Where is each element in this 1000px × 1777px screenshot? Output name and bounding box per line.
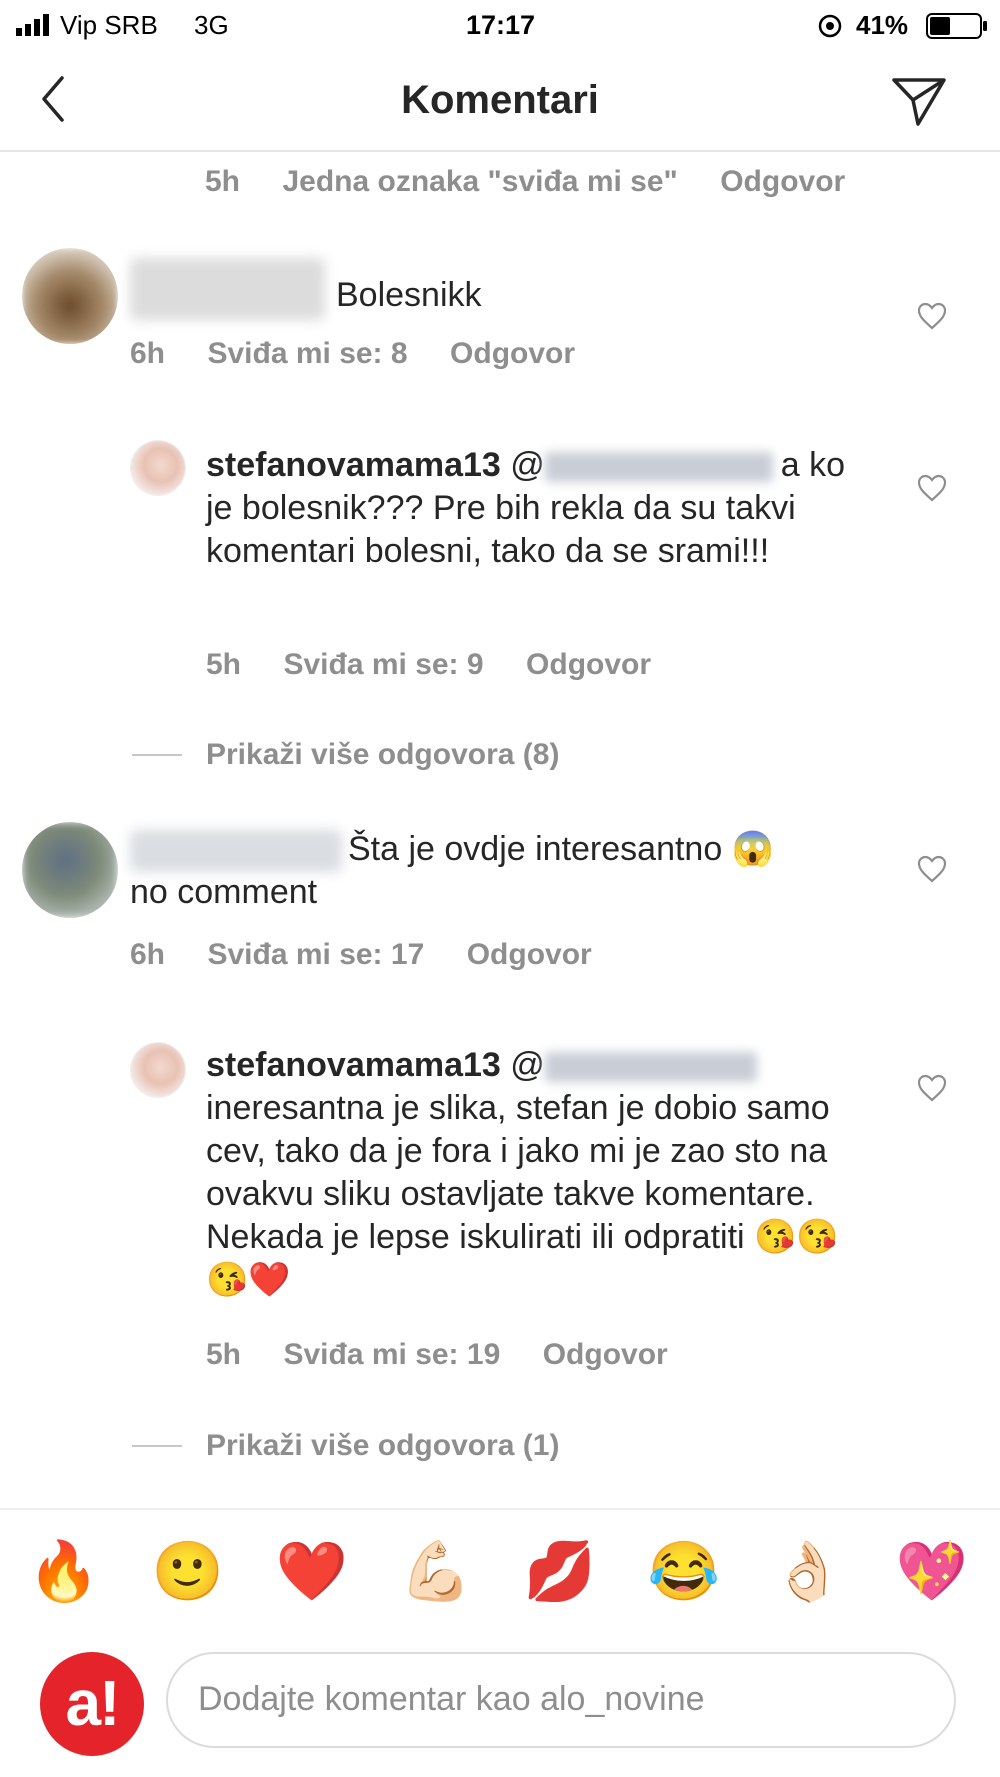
comment-meta-row: 5h Jedna oznaka "sviđa mi se" Odgovor: [205, 165, 845, 199]
blurred-mention: [544, 452, 773, 483]
kiss-emoji-button[interactable]: 💋: [520, 1540, 600, 1604]
muscle-emoji-button[interactable]: 💪🏻: [396, 1540, 476, 1604]
direct-send-button[interactable]: [890, 74, 950, 130]
comment-text: ineresantna je slika, stefan je dobio sa…: [206, 1089, 839, 1299]
comment-likes-link[interactable]: Sviđa mi se: 17: [207, 938, 424, 971]
comment-likes-link[interactable]: Sviđa mi se: 9: [283, 648, 483, 681]
status-bar: Vip SRB 3G 17:17 41%: [0, 0, 1000, 52]
comment-input-placeholder: Dodajte komentar kao alo_novine: [198, 1680, 705, 1718]
heart-icon: [917, 855, 947, 883]
location-lock-icon: [818, 14, 842, 38]
avatar[interactable]: [130, 1042, 186, 1098]
blurred-username: [130, 258, 325, 320]
heart-icon: [917, 302, 947, 330]
avatar[interactable]: [22, 822, 118, 918]
mention-prefix[interactable]: @: [510, 1046, 545, 1084]
emoji-quick-bar: 🔥 🙂 ❤️ 💪🏻 💋 😂 👌🏻 💖: [0, 1540, 1000, 1620]
clock: 17:17: [466, 10, 536, 40]
comment-time: 5h: [205, 165, 241, 198]
composer-divider: [0, 1508, 1000, 1510]
comment-input[interactable]: Dodajte komentar kao alo_novine: [166, 1652, 956, 1748]
reply-button[interactable]: Odgovor: [450, 337, 575, 370]
comment-text-continued: je bolesnik??? Pre bih rekla da su takvi…: [206, 489, 796, 570]
battery-percent: 41%: [856, 10, 909, 40]
paper-plane-icon: [892, 78, 946, 126]
like-comment-button[interactable]: [917, 1074, 947, 1102]
ok-hand-emoji-button[interactable]: 👌🏻: [768, 1540, 848, 1604]
divider: [132, 1445, 182, 1447]
network-label: 3G: [194, 10, 229, 40]
sparkling-heart-emoji-button[interactable]: 💖: [892, 1540, 972, 1604]
smile-emoji-button[interactable]: 🙂: [148, 1540, 228, 1604]
carrier-label: Vip SRB: [60, 10, 158, 40]
comment-body: Šta je ovdje interesantno 😱 no comment: [130, 828, 870, 914]
reply-button[interactable]: Odgovor: [526, 648, 651, 681]
like-comment-button[interactable]: [917, 474, 947, 502]
blurred-mention: [544, 1052, 757, 1083]
laugh-emoji-button[interactable]: 😂: [644, 1540, 724, 1604]
reply-button[interactable]: Odgovor: [467, 938, 592, 971]
battery-icon: [926, 13, 988, 39]
heart-icon: [917, 1074, 947, 1102]
comment-meta-row: 6h Sviđa mi se: 8 Odgovor: [130, 337, 575, 371]
brand-logo: a!: [65, 1667, 121, 1739]
reply-button[interactable]: Odgovor: [720, 165, 845, 198]
like-comment-button[interactable]: [917, 302, 947, 330]
comment-text: Bolesnikk: [336, 276, 482, 314]
comment-text: Šta je ovdje interesantno 😱: [348, 830, 775, 868]
avatar[interactable]: [22, 248, 118, 344]
comment-text: a ko: [780, 446, 846, 484]
heart-emoji-button[interactable]: ❤️: [272, 1540, 352, 1604]
comment-likes-link[interactable]: Sviđa mi se: 19: [283, 1338, 500, 1371]
comment-meta-row: 6h Sviđa mi se: 17 Odgovor: [130, 938, 592, 972]
header: Komentari: [0, 52, 1000, 150]
comment-time: 6h: [130, 938, 166, 971]
view-more-replies-button[interactable]: Prikaži više odgovora (1): [206, 1429, 559, 1463]
signal-icon: [16, 14, 54, 36]
comment-text-continued: no comment: [130, 873, 318, 911]
header-divider: [0, 150, 1000, 152]
comment-likes-link[interactable]: Jedna oznaka "sviđa mi se": [282, 165, 677, 198]
view-more-replies-button[interactable]: Prikaži više odgovora (8): [206, 738, 559, 772]
heart-icon: [917, 474, 947, 502]
reply-comment-body: stefanovamama13 @ a ko je bolesnik??? Pre…: [206, 444, 866, 573]
reply-comment-body: stefanovamama13 @ ineresantna je slika, …: [206, 1044, 846, 1302]
comment-meta-row: 5h Sviđa mi se: 9 Odgovor: [206, 648, 651, 682]
comment-username[interactable]: stefanovamama13: [206, 446, 501, 484]
mention-prefix[interactable]: @: [510, 446, 545, 484]
like-comment-button[interactable]: [917, 855, 947, 883]
reply-button[interactable]: Odgovor: [543, 1338, 668, 1371]
comment-time: 6h: [130, 337, 166, 370]
comment-username[interactable]: stefanovamama13: [206, 1046, 501, 1084]
comment-time: 5h: [206, 1338, 242, 1371]
comment-likes-link[interactable]: Sviđa mi se: 8: [207, 337, 407, 370]
avatar[interactable]: [130, 440, 186, 496]
fire-emoji-button[interactable]: 🔥: [24, 1540, 104, 1604]
composer-avatar: a!: [40, 1652, 144, 1756]
comment-time: 5h: [206, 648, 242, 681]
page-title: Komentari: [401, 78, 599, 122]
divider: [132, 754, 182, 756]
comment-meta-row: 5h Sviđa mi se: 19 Odgovor: [206, 1338, 668, 1372]
